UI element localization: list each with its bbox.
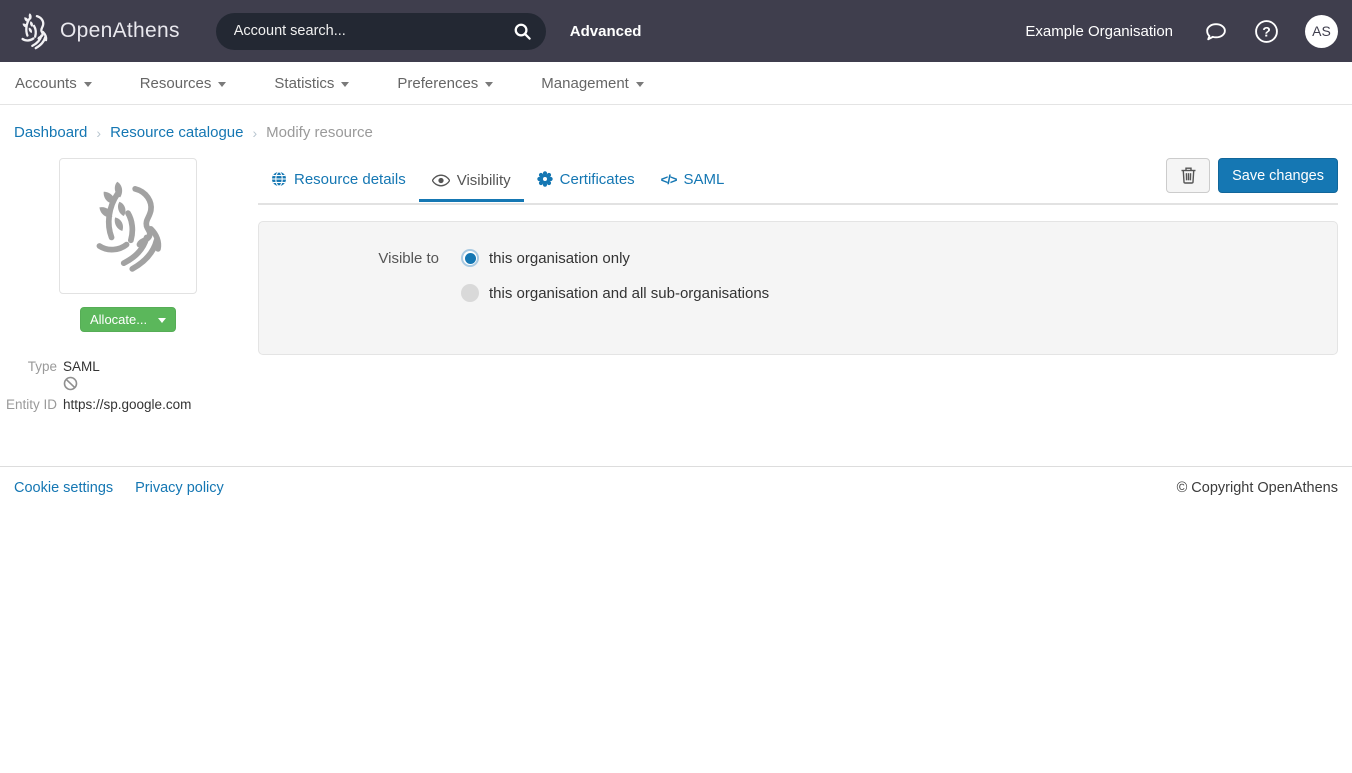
breadcrumb-dashboard[interactable]: Dashboard — [14, 124, 87, 141]
chevron-down-icon — [158, 318, 166, 323]
brand-logo: OpenAthens — [14, 9, 180, 53]
nav-item-statistics[interactable]: Statistics — [274, 75, 349, 92]
type-label: Type — [0, 359, 57, 374]
chevron-down-icon — [485, 82, 493, 87]
tab-certificates[interactable]: Certificates — [524, 161, 648, 201]
resource-image-placeholder — [59, 158, 197, 294]
certificate-icon — [537, 171, 553, 187]
allocate-button[interactable]: Allocate... — [80, 307, 176, 332]
tab-resource-details[interactable]: Resource details — [258, 161, 419, 201]
tab-bar: Resource details Visibility — [258, 158, 1338, 205]
breadcrumb-current-page: Modify resource — [266, 124, 373, 141]
resource-content: Resource details Visibility — [258, 158, 1338, 414]
entity-id-label: Entity ID — [0, 397, 57, 412]
radio-organisation-and-sub-organisations[interactable]: this organisation and all sub-organisati… — [461, 284, 769, 302]
help-icon[interactable]: ? — [1254, 19, 1279, 44]
breadcrumb-separator: › — [96, 125, 101, 141]
nav-item-management[interactable]: Management — [541, 75, 644, 92]
tab-saml[interactable]: </> SAML — [648, 161, 738, 201]
main-area: Allocate... Type SAML Entity ID https://… — [0, 158, 1352, 414]
chevron-down-icon — [341, 82, 349, 87]
privacy-policy-link[interactable]: Privacy policy — [135, 480, 224, 496]
type-value: SAML — [63, 359, 100, 374]
search-icon[interactable] — [513, 22, 532, 41]
prohibited-icon — [63, 376, 78, 391]
chevron-down-icon — [218, 82, 226, 87]
globe-icon — [271, 171, 287, 187]
visible-to-label: Visible to — [259, 250, 439, 267]
app-header: OpenAthens Advanced Example Organisation… — [0, 0, 1352, 62]
openathens-logo-icon — [14, 9, 54, 53]
resource-sidebar: Allocate... Type SAML Entity ID https://… — [0, 158, 258, 414]
entity-id-value: https://sp.google.com — [63, 397, 191, 412]
search-input[interactable] — [234, 23, 513, 39]
resource-meta: Type SAML Entity ID https://sp.google.co… — [0, 359, 258, 412]
main-nav: Accounts Resources Statistics Preference… — [0, 62, 1352, 105]
chevron-down-icon — [636, 82, 644, 87]
tab-visibility[interactable]: Visibility — [419, 162, 524, 202]
advanced-search-link[interactable]: Advanced — [570, 23, 642, 40]
cookie-settings-link[interactable]: Cookie settings — [14, 480, 113, 496]
visibility-panel: Visible to this organisation only this o… — [258, 221, 1338, 355]
brand-name: OpenAthens — [60, 19, 180, 43]
chat-icon[interactable] — [1203, 19, 1228, 44]
radio-this-organisation-only[interactable]: this organisation only — [461, 249, 630, 267]
user-avatar[interactable]: AS — [1305, 15, 1338, 48]
chevron-down-icon — [84, 82, 92, 87]
breadcrumb-separator: › — [252, 125, 257, 141]
delete-resource-button[interactable] — [1166, 158, 1210, 193]
svg-text:?: ? — [1262, 23, 1271, 39]
nav-item-preferences[interactable]: Preferences — [397, 75, 493, 92]
eye-icon — [432, 174, 450, 187]
nav-item-resources[interactable]: Resources — [140, 75, 227, 92]
save-changes-button[interactable]: Save changes — [1218, 158, 1338, 193]
athena-placeholder-icon — [78, 167, 178, 285]
copyright-text: © Copyright OpenAthens — [1177, 480, 1338, 496]
breadcrumb-resource-catalogue[interactable]: Resource catalogue — [110, 124, 243, 141]
organisation-name: Example Organisation — [1025, 23, 1173, 40]
account-search — [216, 13, 546, 50]
page-footer: Cookie settings Privacy policy © Copyrig… — [0, 466, 1352, 496]
radio-unselected-icon[interactable] — [461, 284, 479, 302]
code-icon: </> — [661, 172, 677, 187]
breadcrumb: Dashboard › Resource catalogue › Modify … — [0, 105, 1352, 141]
radio-selected-icon[interactable] — [461, 249, 479, 267]
action-toolbar: Save changes — [1166, 158, 1338, 203]
trash-icon — [1181, 167, 1196, 184]
nav-item-accounts[interactable]: Accounts — [15, 75, 92, 92]
